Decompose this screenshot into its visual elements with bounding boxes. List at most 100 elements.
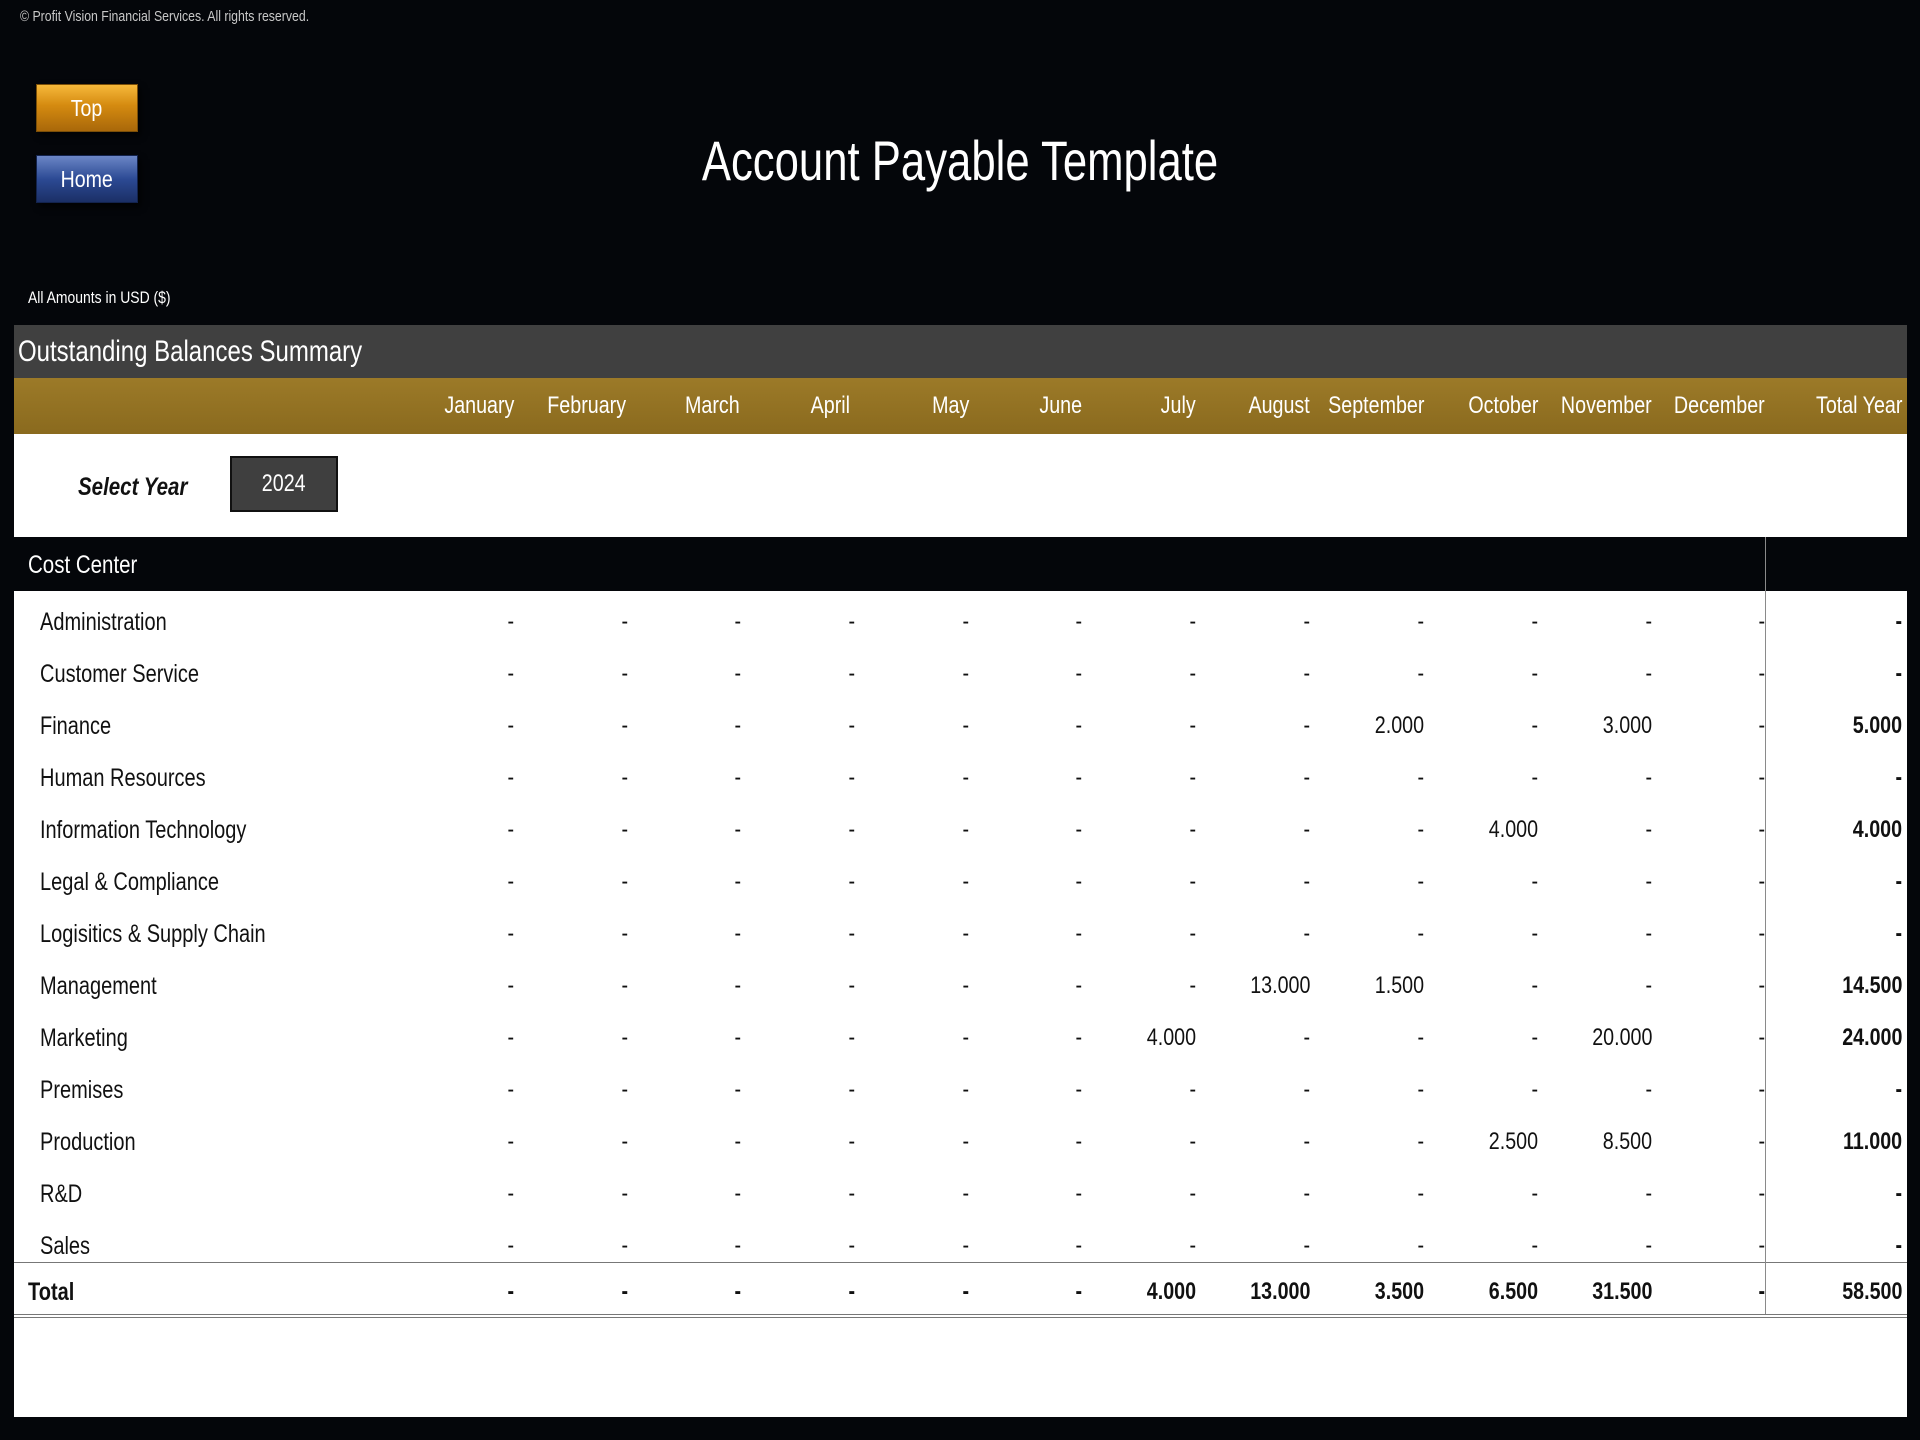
value-cell: -: [848, 920, 855, 947]
table-row: Management - - - - - - - 13.000 1.500 - - - 14.500: [14, 960, 1907, 1012]
value-cell: -: [621, 764, 628, 791]
cost-center-name: Legal & Compliance: [40, 868, 219, 896]
value-cell: -: [1758, 1128, 1765, 1155]
cost-center-name: R&D: [40, 1180, 83, 1208]
column-header-total-year: Total Year: [1815, 392, 1902, 419]
column-header-august: August: [1248, 392, 1310, 419]
value-cell: -: [1189, 972, 1196, 999]
value-cell: 1.500: [1374, 972, 1424, 999]
value-cell: 31.500: [1591, 1278, 1652, 1305]
value-cell: -: [962, 1232, 969, 1259]
value-cell: -: [1075, 868, 1082, 895]
top-button[interactable]: Top: [36, 84, 138, 132]
value-cell: -: [621, 1076, 628, 1103]
column-header-may: May: [931, 392, 969, 419]
value-cell: -: [734, 1180, 741, 1207]
table-row: Marketing - - - - - - 4.000 - - - 20.000 - 24.000: [14, 1012, 1907, 1064]
value-cell: -: [507, 1128, 514, 1155]
cost-center-name: Human Resources: [40, 764, 206, 792]
value-cell: -: [734, 660, 741, 687]
value-cell: -: [1417, 660, 1424, 687]
table-row: Finance - - - - - - - - 2.000 - 3.000 - 5.000: [14, 700, 1907, 752]
value-cell: -: [734, 1076, 741, 1103]
value-cell: 2.000: [1374, 712, 1424, 739]
column-header-june: June: [1039, 392, 1082, 419]
value-cell: -: [621, 1128, 628, 1155]
value-cell: -: [1303, 712, 1310, 739]
value-cell: -: [1645, 764, 1652, 791]
table-row: Premises - - - - - - - - - - - - -: [14, 1064, 1907, 1116]
value-cell: -: [1645, 972, 1652, 999]
value-cell: -: [734, 920, 741, 947]
value-cell: -: [621, 1278, 628, 1305]
value-cell: -: [507, 1278, 514, 1305]
value-cell: 8.500: [1602, 1128, 1652, 1155]
value-cell: -: [1417, 1076, 1424, 1103]
value-cell: -: [848, 972, 855, 999]
value-cell: -: [1758, 1024, 1765, 1051]
column-header-january: January: [443, 392, 514, 419]
value-cell: -: [1075, 1024, 1082, 1051]
value-cell: -: [1758, 1076, 1765, 1103]
value-cell: -: [507, 972, 514, 999]
value-cell: -: [1303, 608, 1310, 635]
table-row: Logisitics & Supply Chain - - - - - - - - - - - - -: [14, 908, 1907, 960]
value-cell: -: [1758, 1278, 1765, 1305]
value-cell: -: [621, 972, 628, 999]
value-cell: 4.000: [1488, 816, 1538, 843]
value-cell: -: [962, 1278, 969, 1305]
value-cell: 5.000: [1852, 712, 1902, 739]
value-cell: -: [1645, 1180, 1652, 1207]
value-cell: -: [1895, 660, 1902, 687]
year-selector[interactable]: 2024: [230, 456, 338, 512]
value-cell: -: [1303, 816, 1310, 843]
table-row: Information Technology - - - - - - - - - 4.000 - - 4.…: [14, 804, 1907, 856]
value-cell: -: [734, 1278, 741, 1305]
value-cell: -: [848, 1180, 855, 1207]
value-cell: -: [621, 868, 628, 895]
value-cell: -: [848, 1128, 855, 1155]
summary-title: Outstanding Balances Summary: [18, 335, 363, 368]
value-cell: -: [507, 920, 514, 947]
value-cell: -: [1417, 868, 1424, 895]
column-header-september: September: [1327, 392, 1424, 419]
value-cell: 2.500: [1488, 1128, 1538, 1155]
value-cell: -: [848, 660, 855, 687]
value-cell: -: [1303, 868, 1310, 895]
value-cell: -: [507, 868, 514, 895]
value-cell: 13.000: [1249, 972, 1310, 999]
value-cell: -: [1895, 920, 1902, 947]
value-cell: -: [1075, 1232, 1082, 1259]
summary-sheet: Outstanding Balances Summary January Febr…: [14, 325, 1907, 1417]
select-year-label: Select Year: [78, 473, 188, 501]
currency-note: All Amounts in USD ($): [28, 288, 171, 307]
value-cell: -: [1531, 608, 1538, 635]
value-cell: -: [1531, 1232, 1538, 1259]
value-cell: -: [1417, 1128, 1424, 1155]
value-cell: -: [621, 1232, 628, 1259]
value-cell: -: [1758, 608, 1765, 635]
value-cell: -: [507, 608, 514, 635]
value-cell: -: [1895, 1076, 1902, 1103]
value-cell: -: [621, 920, 628, 947]
value-cell: -: [962, 660, 969, 687]
value-cell: -: [1189, 1180, 1196, 1207]
value-cell: -: [1189, 1076, 1196, 1103]
value-cell: -: [1895, 1180, 1902, 1207]
value-cell: -: [1075, 712, 1082, 739]
page-title: Account Payable Template: [701, 129, 1219, 192]
value-cell: -: [507, 1180, 514, 1207]
value-cell: -: [621, 1024, 628, 1051]
value-cell: -: [1075, 608, 1082, 635]
table-row: R&D - - - - - - - - - - - - -: [14, 1168, 1907, 1220]
table-row: Customer Service - - - - - - - - - - - - -: [14, 648, 1907, 700]
table-row: Human Resources - - - - - - - - - - - - -: [14, 752, 1907, 804]
value-cell: -: [1417, 816, 1424, 843]
value-cell: -: [507, 764, 514, 791]
value-cell: -: [1417, 608, 1424, 635]
cost-center-name: Production: [40, 1128, 136, 1156]
cost-center-header-label: Cost Center: [28, 551, 138, 579]
value-cell: -: [1189, 660, 1196, 687]
value-cell: -: [507, 1024, 514, 1051]
value-cell: -: [1895, 1232, 1902, 1259]
